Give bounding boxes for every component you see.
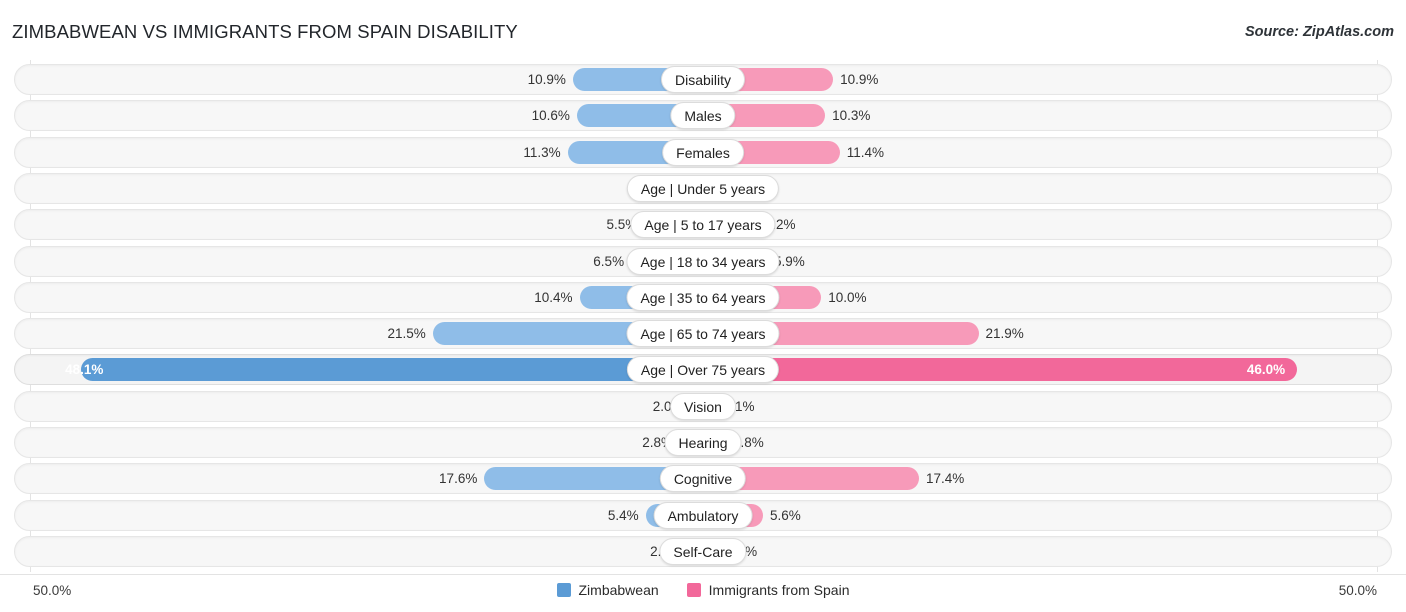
row-category-label: Males bbox=[670, 102, 736, 130]
bar-value-right: 21.9% bbox=[985, 326, 1024, 342]
bar-row[interactable]: 5.5% 5.2% Age | 5 to 17 years bbox=[14, 209, 1392, 241]
bar-value-left: 17.6% bbox=[439, 471, 478, 487]
row-category-label: Age | 18 to 34 years bbox=[626, 247, 780, 275]
bar-value-left: 48.1% bbox=[65, 362, 104, 378]
bar-value-left: 10.4% bbox=[534, 289, 573, 305]
row-category-label: Age | Under 5 years bbox=[626, 174, 780, 202]
bar-row[interactable]: 2.8% 2.8% Hearing bbox=[14, 427, 1392, 458]
bar-value-right: 11.4% bbox=[846, 144, 884, 160]
row-category-label: Cognitive bbox=[659, 465, 747, 493]
bar-value-left: 21.5% bbox=[387, 326, 426, 342]
source-attribution: Source: ZipAtlas.com bbox=[1244, 24, 1394, 40]
bar-row[interactable]: 21.5% 21.9% Age | 65 to 74 years bbox=[14, 318, 1392, 350]
bar-value-left: 2.8% bbox=[642, 435, 673, 450]
bar-value-right: 17.4% bbox=[926, 471, 965, 487]
bar-value-right: 46.0% bbox=[1246, 362, 1286, 378]
page-title: ZIMBABWEAN VS IMMIGRANTS FROM SPAIN DISA… bbox=[12, 21, 518, 42]
bar-value-left: 10.6% bbox=[531, 108, 570, 124]
bar-row[interactable]: 2.0% 2.1% Vision bbox=[14, 390, 1392, 422]
legend-swatch-icon-zimbabwean bbox=[556, 583, 571, 597]
bar-row[interactable]: 5.4% 5.6% Ambulatory bbox=[14, 499, 1392, 531]
bar-value-left: 10.9% bbox=[527, 72, 566, 87]
chart-footer: 50.0% 50.0% Zimbabwean Immigrants from S… bbox=[0, 574, 1406, 612]
bar-row[interactable]: 10.4% 10.0% Age | 35 to 64 years bbox=[14, 281, 1392, 313]
legend-label-zimbabwean: Zimbabwean bbox=[578, 582, 659, 598]
row-category-label: Age | 65 to 74 years bbox=[626, 320, 780, 348]
bar-row[interactable]: 48.1% 46.0% Age | Over 75 years bbox=[14, 354, 1392, 386]
bar-value-right: 5.2% bbox=[764, 217, 796, 233]
bar-value-right: 10.9% bbox=[840, 72, 879, 87]
chart-header: ZIMBABWEAN VS IMMIGRANTS FROM SPAIN DISA… bbox=[0, 0, 1406, 58]
bar-value-right: 10.0% bbox=[828, 289, 867, 305]
bar-row[interactable]: 10.6% 10.3% Males bbox=[14, 100, 1392, 132]
bar-row[interactable]: 6.5% 5.9% Age | 18 to 34 years bbox=[14, 245, 1392, 277]
bar-value-right: 2.8% bbox=[733, 435, 764, 450]
legend-swatch-icon-immigrants-from-spain bbox=[686, 583, 701, 597]
row-category-label: Hearing bbox=[664, 429, 742, 456]
legend: Zimbabwean Immigrants from Spain bbox=[0, 582, 1406, 598]
row-category-label: Disability bbox=[660, 66, 746, 93]
bar-segment-zimbabwean[interactable] bbox=[81, 358, 717, 382]
legend-label-immigrants-from-spain: Immigrants from Spain bbox=[708, 582, 850, 598]
row-category-label: Age | 5 to 17 years bbox=[630, 211, 776, 239]
bar-row[interactable]: 2.2%2.3%Self-Care bbox=[14, 535, 1392, 567]
bar-row[interactable]: 17.6% 17.4% Cognitive bbox=[14, 463, 1392, 495]
row-category-label: Females bbox=[662, 138, 744, 166]
bar-value-left: 5.5% bbox=[606, 217, 638, 233]
row-category-label: Self-Care bbox=[659, 537, 747, 565]
bar-value-left: 6.5% bbox=[593, 253, 625, 269]
bar-row[interactable]: 10.9% 10.9% Disability bbox=[14, 64, 1392, 95]
bar-value-right: 10.3% bbox=[832, 108, 871, 124]
bar-value-right: 5.9% bbox=[773, 253, 805, 269]
bar-value-left: 5.4% bbox=[607, 507, 639, 523]
legend-item-immigrants-from-spain[interactable]: Immigrants from Spain bbox=[686, 582, 850, 598]
row-category-label: Age | Over 75 years bbox=[626, 356, 780, 384]
bar-row[interactable]: 11.3% 11.4% Females bbox=[14, 136, 1392, 168]
bar-row[interactable]: 1.2%1.2%Age | Under 5 years bbox=[14, 172, 1392, 204]
chart-root: ZIMBABWEAN VS IMMIGRANTS FROM SPAIN DISA… bbox=[0, 0, 1406, 612]
bar-value-right: 5.6% bbox=[770, 507, 801, 523]
row-category-label: Ambulatory bbox=[653, 501, 753, 529]
legend-item-zimbabwean[interactable]: Zimbabwean bbox=[556, 582, 659, 598]
row-category-label: Age | 35 to 64 years bbox=[626, 283, 780, 311]
bar-value-left: 11.3% bbox=[523, 144, 561, 160]
row-category-label: Vision bbox=[670, 392, 736, 420]
plot-area: 10.9% 10.9% Disability 10.6% 10.3% Males 11.3%… bbox=[0, 60, 1406, 572]
bar-value-right: 2.1% bbox=[723, 398, 755, 414]
